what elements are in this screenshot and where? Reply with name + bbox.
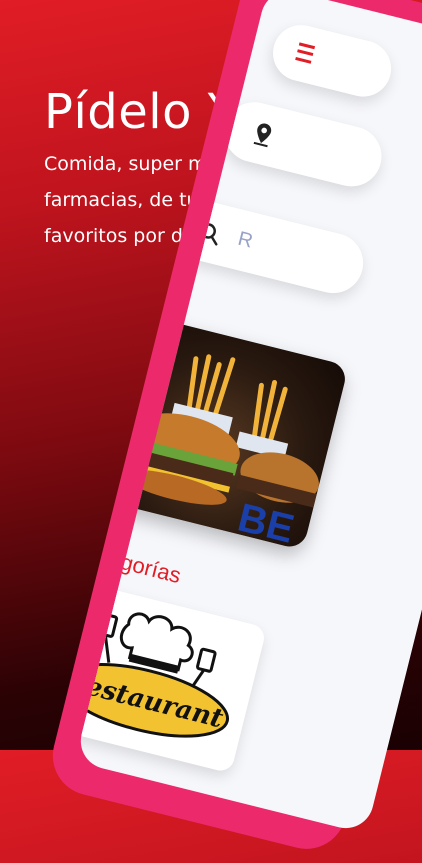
category-card-restaurant[interactable]: Restaurant — [74, 579, 267, 774]
hamburger-menu-icon — [295, 42, 316, 64]
categories-title: Categorías — [74, 537, 184, 589]
restaurant-logo: Restaurant — [74, 612, 230, 738]
search-icon — [200, 223, 218, 246]
location-selector[interactable] — [218, 95, 388, 193]
promo-overlay-text: BE — [234, 496, 299, 551]
burger-image: BE — [121, 354, 319, 551]
search-bar[interactable]: R — [160, 192, 370, 300]
location-pin-icon — [253, 123, 272, 148]
promo-banner[interactable]: BE — [89, 312, 349, 551]
search-input[interactable]: R — [235, 228, 255, 254]
menu-button[interactable] — [267, 19, 398, 103]
